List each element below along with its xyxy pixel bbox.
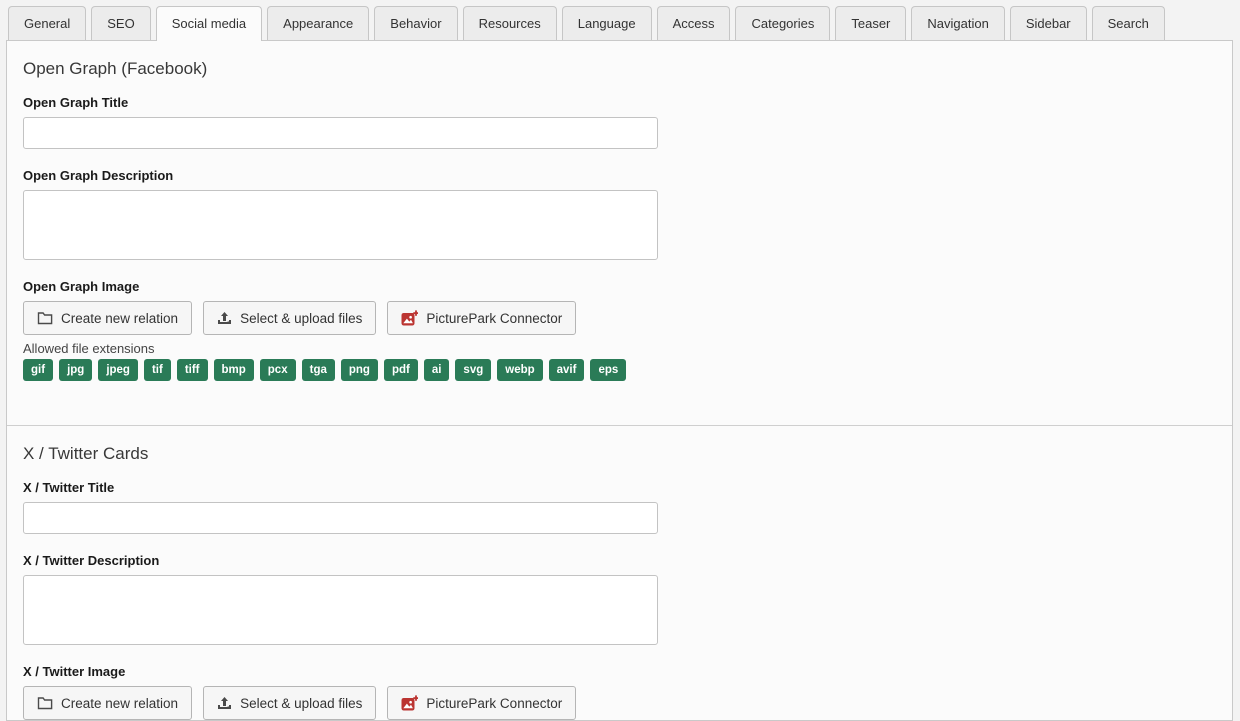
twitter-description-field: X / Twitter Description: [23, 553, 1216, 645]
select-upload-files-label: Select & upload files: [240, 311, 362, 326]
tab-navigation[interactable]: Navigation: [911, 6, 1004, 40]
picturepark-icon: [401, 310, 418, 326]
file-extension-badge: jpeg: [98, 359, 138, 381]
create-new-relation-label: Create new relation: [61, 696, 178, 711]
tab-categories[interactable]: Categories: [735, 6, 830, 40]
tab-general[interactable]: General: [8, 6, 86, 40]
open-graph-image-field: Open Graph Image Create new relation: [23, 279, 1216, 381]
upload-icon: [217, 696, 232, 711]
file-extension-badge: tif: [144, 359, 171, 381]
open-graph-description-textarea[interactable]: [23, 190, 658, 260]
select-upload-files-button[interactable]: Select & upload files: [203, 301, 376, 335]
twitter-title-field: X / Twitter Title: [23, 480, 1216, 534]
select-upload-files-label: Select & upload files: [240, 696, 362, 711]
create-new-relation-label: Create new relation: [61, 311, 178, 326]
tab-seo[interactable]: SEO: [91, 6, 150, 40]
file-extension-badge: eps: [590, 359, 626, 381]
open-graph-title-input[interactable]: [23, 117, 658, 149]
twitter-title-label: X / Twitter Title: [23, 480, 1216, 495]
file-extension-badge: tiff: [177, 359, 208, 381]
file-extension-badge: pdf: [384, 359, 418, 381]
tab-sidebar[interactable]: Sidebar: [1010, 6, 1087, 40]
form-tab-bar: General SEO Social media Appearance Beha…: [0, 0, 1240, 40]
folder-icon: [37, 311, 53, 325]
tab-teaser[interactable]: Teaser: [835, 6, 906, 40]
allowed-file-extensions-list: gif jpg jpeg tif tiff bmp pcx tga png pd…: [23, 359, 1216, 381]
tab-behavior[interactable]: Behavior: [374, 6, 457, 40]
twitter-image-field: X / Twitter Image Create new relation: [23, 664, 1216, 720]
file-extension-badge: avif: [549, 359, 585, 381]
twitter-description-label: X / Twitter Description: [23, 553, 1216, 568]
twitter-description-textarea[interactable]: [23, 575, 658, 645]
section-twitter-cards: X / Twitter Cards X / Twitter Title X / …: [7, 425, 1232, 720]
create-new-relation-button[interactable]: Create new relation: [23, 686, 192, 720]
picturepark-icon: [401, 695, 418, 711]
folder-icon: [37, 696, 53, 710]
file-extension-badge: gif: [23, 359, 53, 381]
open-graph-image-buttons: Create new relation Select & upload file…: [23, 301, 1216, 335]
file-extension-badge: jpg: [59, 359, 92, 381]
tab-language[interactable]: Language: [562, 6, 652, 40]
allowed-file-extensions-label: Allowed file extensions: [23, 341, 1216, 356]
twitter-image-buttons: Create new relation Select & upload file…: [23, 686, 1216, 720]
upload-icon: [217, 311, 232, 326]
picturepark-connector-label: PicturePark Connector: [426, 311, 562, 326]
open-graph-description-label: Open Graph Description: [23, 168, 1216, 183]
section-open-graph: Open Graph (Facebook) Open Graph Title O…: [7, 59, 1232, 425]
select-upload-files-button[interactable]: Select & upload files: [203, 686, 376, 720]
create-new-relation-button[interactable]: Create new relation: [23, 301, 192, 335]
picturepark-connector-label: PicturePark Connector: [426, 696, 562, 711]
file-extension-badge: svg: [455, 359, 491, 381]
open-graph-title-field: Open Graph Title: [23, 95, 1216, 149]
file-extension-badge: png: [341, 359, 378, 381]
open-graph-description-field: Open Graph Description: [23, 168, 1216, 260]
file-extension-badge: pcx: [260, 359, 296, 381]
file-extension-badge: ai: [424, 359, 450, 381]
tab-content-panel: Open Graph (Facebook) Open Graph Title O…: [6, 40, 1233, 721]
tab-search[interactable]: Search: [1092, 6, 1165, 40]
tab-appearance[interactable]: Appearance: [267, 6, 369, 40]
open-graph-section-title: Open Graph (Facebook): [23, 59, 1216, 79]
open-graph-title-label: Open Graph Title: [23, 95, 1216, 110]
tab-access[interactable]: Access: [657, 6, 731, 40]
twitter-section-title: X / Twitter Cards: [23, 444, 1216, 464]
twitter-image-label: X / Twitter Image: [23, 664, 1216, 679]
tab-resources[interactable]: Resources: [463, 6, 557, 40]
twitter-title-input[interactable]: [23, 502, 658, 534]
picturepark-connector-button[interactable]: PicturePark Connector: [387, 301, 576, 335]
tab-social-media[interactable]: Social media: [156, 6, 262, 41]
file-extension-badge: tga: [302, 359, 335, 381]
open-graph-image-label: Open Graph Image: [23, 279, 1216, 294]
file-extension-badge: bmp: [214, 359, 254, 381]
picturepark-connector-button[interactable]: PicturePark Connector: [387, 686, 576, 720]
file-extension-badge: webp: [497, 359, 542, 381]
